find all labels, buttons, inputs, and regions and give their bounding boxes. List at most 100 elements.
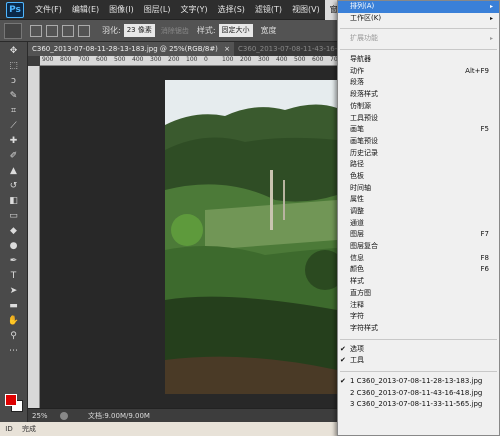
menu-item[interactable]: 文字(Y): [175, 0, 212, 20]
menu-item[interactable]: 编辑(E): [67, 0, 104, 20]
menu-item-label: 通道: [350, 218, 364, 227]
width-label: 宽度: [260, 26, 277, 35]
menu-item[interactable]: 图像(I): [104, 0, 139, 20]
menu-item[interactable]: 图层(L): [139, 0, 176, 20]
gradient-tool-icon[interactable]: ▭: [5, 210, 23, 222]
type-tool-icon[interactable]: T: [5, 270, 23, 282]
id-label: ID: [5, 425, 13, 433]
document-image[interactable]: [165, 80, 337, 394]
feather-input[interactable]: 23 像素: [123, 24, 155, 37]
antialias-checkbox[interactable]: 消除锯齿: [161, 26, 189, 36]
menu-item-label: 路径: [350, 160, 364, 169]
menu-item-label: 字符样式: [350, 323, 378, 332]
ruler-tick-label: 900: [42, 56, 54, 63]
menu-item-label: 直方图: [350, 288, 371, 297]
menu-item-label: 图层: [350, 230, 364, 239]
window-menu-item[interactable]: ✔ 1 C360_2013-07-08-11-28-13-183.jpg: [338, 376, 499, 388]
clone-stamp-tool-icon[interactable]: ▲: [5, 165, 23, 177]
menu-item-label: 样式: [350, 277, 364, 286]
menu-item[interactable]: 文件(F): [30, 0, 67, 20]
marquee-tool-icon[interactable]: ⬚: [5, 60, 23, 72]
window-menu-item[interactable]: ✔ 选项: [338, 344, 499, 356]
window-menu-item[interactable]: 工作区(K) ▸: [338, 13, 499, 25]
path-select-tool-icon[interactable]: ➤: [5, 285, 23, 297]
window-menu-item[interactable]: 样式: [338, 276, 499, 288]
window-menu-item[interactable]: 动作 Alt+F9: [338, 66, 499, 78]
dodge-tool-icon[interactable]: ●: [5, 240, 23, 252]
menu-item-label: 动作: [350, 66, 364, 75]
menu-item[interactable]: 视图(V): [287, 0, 325, 20]
window-menu-item[interactable]: 画笔预设: [338, 136, 499, 148]
tab-document-2[interactable]: C360_2013-07-08-11-43-16-4...: [234, 42, 352, 56]
window-menu-item[interactable]: 字符: [338, 311, 499, 323]
ruler-vertical: [28, 66, 40, 408]
tab-close-icon[interactable]: ×: [224, 45, 230, 53]
window-menu-item[interactable]: 调整: [338, 206, 499, 218]
zoom-tool-icon[interactable]: ⚲: [5, 330, 23, 342]
quick-select-tool-icon[interactable]: ✎: [5, 90, 23, 102]
ruler-tick-label: 500: [114, 56, 126, 63]
window-menu-item[interactable]: 仿制源: [338, 101, 499, 113]
lasso-tool-icon[interactable]: ↄ: [5, 75, 23, 87]
tab-document-1[interactable]: C360_2013-07-08-11-28-13-183.jpg @ 25%(R…: [28, 42, 235, 56]
ruler-tick-label: 700: [330, 56, 337, 63]
window-menu-item[interactable]: 路径: [338, 159, 499, 171]
foreground-color-swatch[interactable]: [5, 394, 17, 406]
window-menu-item[interactable]: ✔ 工具: [338, 355, 499, 367]
subtract-selection-icon[interactable]: [62, 24, 74, 37]
add-selection-icon[interactable]: [46, 24, 58, 37]
menu-item-label: 工作区(K): [350, 13, 382, 22]
marquee-preset-icon[interactable]: [4, 22, 22, 39]
window-menu-item[interactable]: 直方图: [338, 288, 499, 300]
window-menu-item[interactable]: 图层 F7: [338, 229, 499, 241]
brush-tool-icon[interactable]: ✐: [5, 150, 23, 162]
window-menu-item[interactable]: 画笔 F5: [338, 124, 499, 136]
menu-separator: [340, 335, 497, 340]
menu-item[interactable]: 滤镜(T): [250, 0, 287, 20]
window-menu-item[interactable]: 图层复合: [338, 241, 499, 253]
window-menu-item[interactable]: 注释: [338, 300, 499, 312]
window-menu-item[interactable]: 字符样式: [338, 323, 499, 335]
crop-tool-icon[interactable]: ⌗: [5, 105, 23, 117]
history-brush-tool-icon[interactable]: ↺: [5, 180, 23, 192]
info-icon[interactable]: [60, 411, 68, 420]
window-menu-item[interactable]: 时间轴: [338, 183, 499, 195]
window-menu-item[interactable]: 通道: [338, 218, 499, 230]
ruler-tick-label: 500: [294, 56, 306, 63]
blur-tool-icon[interactable]: ◆: [5, 225, 23, 237]
hand-tool-icon[interactable]: ✋: [5, 315, 23, 327]
window-menu-item[interactable]: 历史记录: [338, 148, 499, 160]
menu-item[interactable]: 选择(S): [213, 0, 250, 20]
pen-tool-icon[interactable]: ✒: [5, 255, 23, 267]
more-tools-icon[interactable]: ⋯: [5, 345, 23, 357]
window-menu-item[interactable]: 色板: [338, 171, 499, 183]
submenu-arrow-icon: ▸: [489, 3, 493, 10]
window-menu-item[interactable]: 段落: [338, 77, 499, 89]
window-menu-item[interactable]: 属性: [338, 194, 499, 206]
feather-label: 羽化:: [102, 26, 121, 35]
eraser-tool-icon[interactable]: ◧: [5, 195, 23, 207]
window-menu-item[interactable]: 信息 F8: [338, 253, 499, 265]
shape-tool-icon[interactable]: ▬: [5, 300, 23, 312]
canvas-area[interactable]: [40, 66, 337, 408]
zoom-level[interactable]: 25%: [32, 412, 60, 420]
window-menu-item[interactable]: 颜色 F6: [338, 264, 499, 276]
window-menu-item[interactable]: 2 C360_2013-07-08-11-43-16-418.jpg: [338, 388, 499, 400]
style-select[interactable]: 固定大小: [218, 24, 253, 37]
eyedropper-tool-icon[interactable]: ⟋: [5, 120, 23, 132]
ruler-tick-label: 600: [312, 56, 324, 63]
move-tool-icon[interactable]: ✥: [5, 45, 23, 57]
intersect-selection-icon[interactable]: [78, 24, 90, 37]
menu-item-label: 1 C360_2013-07-08-11-28-13-183.jpg: [350, 376, 483, 385]
ruler-tick-label: 200: [240, 56, 252, 63]
menu-item-label: 段落样式: [350, 90, 378, 99]
window-menu-item[interactable]: 工具预设: [338, 113, 499, 125]
done-label: 完成: [22, 425, 36, 433]
window-menu-item[interactable]: 导航器: [338, 54, 499, 66]
healing-tool-icon[interactable]: ✚: [5, 135, 23, 147]
ruler-tick-label: 0: [204, 56, 208, 63]
window-menu-item[interactable]: 3 C360_2013-07-08-11-33-11-565.jpg: [338, 399, 499, 411]
window-menu-item[interactable]: 排列(A) ▸: [338, 1, 499, 13]
window-menu-item[interactable]: 段落样式: [338, 89, 499, 101]
new-selection-icon[interactable]: [30, 24, 42, 37]
